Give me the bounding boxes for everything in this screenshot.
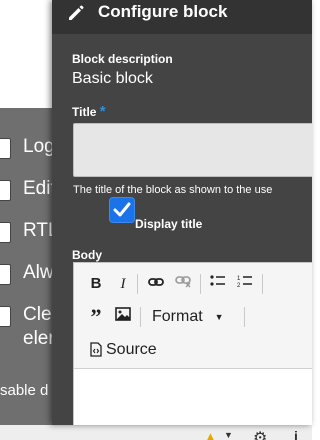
body-label: Body (72, 248, 102, 262)
svg-text:2: 2 (237, 283, 241, 288)
background-option-edit[interactable]: Edit (0, 177, 56, 203)
title-label: Title * (72, 103, 106, 120)
background-option-log[interactable]: Log (0, 135, 55, 161)
format-dropdown-label: Format (152, 308, 203, 326)
body-editor: B I 12 ” Format ▼ Source (73, 262, 312, 425)
checkbox-icon[interactable] (0, 138, 11, 159)
checkbox-icon[interactable] (0, 306, 11, 327)
background-option-always[interactable]: Alw (0, 261, 54, 287)
background-page (0, 0, 52, 108)
block-description-label: Block description (72, 52, 173, 66)
editor-toolbar: B I 12 ” Format ▼ Source (74, 263, 312, 369)
toolbar-separator (244, 307, 245, 327)
configure-block-dialog: Configure block Block description Basic … (52, 0, 312, 425)
toolbar-separator (262, 274, 263, 294)
unlink-icon[interactable] (171, 273, 195, 295)
display-title-label: Display title (135, 217, 203, 231)
block-description-value: Basic block (72, 70, 153, 87)
background-footer-text: sable d (0, 382, 49, 399)
chevron-down-icon[interactable]: ▼ (224, 430, 233, 440)
caret-down-icon: ▼ (214, 312, 224, 322)
background-option-clear[interactable]: Cle eler (0, 303, 55, 353)
checkbox-icon[interactable] (0, 222, 11, 243)
source-icon (90, 342, 102, 357)
dialog-header: Configure block (52, 0, 312, 34)
title-input[interactable] (73, 123, 312, 177)
checkmark-icon (113, 202, 131, 217)
title-label-text: Title (72, 105, 97, 119)
image-icon[interactable] (111, 306, 135, 328)
toolbar-separator (137, 274, 138, 294)
title-description: The title of the block as shown to the u… (73, 184, 273, 196)
bold-icon[interactable]: B (84, 273, 108, 295)
checkbox-icon[interactable] (0, 264, 11, 285)
format-dropdown[interactable]: Format ▼ (152, 306, 224, 328)
pencil-icon (69, 5, 84, 20)
background-option-rtl[interactable]: RTL (0, 219, 59, 245)
background-settings-panel: Log Edit RTL Alw Cle eler (0, 108, 59, 425)
source-button[interactable]: Source (90, 339, 157, 361)
numbered-list-icon[interactable]: 12 (233, 273, 257, 295)
display-title-checkbox[interactable] (109, 197, 135, 223)
source-button-label: Source (106, 341, 157, 358)
italic-icon[interactable]: I (111, 273, 135, 295)
toolbar-separator (200, 274, 201, 294)
link-icon[interactable] (144, 273, 168, 295)
checkbox-icon[interactable] (0, 180, 11, 201)
info-icon[interactable]: i (294, 428, 298, 440)
editor-content-area[interactable] (74, 369, 312, 425)
bulleted-list-icon[interactable] (206, 273, 230, 295)
warning-icon[interactable]: ▲ (204, 429, 217, 440)
svg-text:1: 1 (237, 276, 241, 282)
gear-icon[interactable]: ⚙ (253, 428, 267, 440)
blockquote-icon[interactable]: ” (84, 306, 108, 328)
required-marker: * (99, 103, 106, 120)
dialog-title: Configure block (98, 2, 228, 21)
toolbar-separator (140, 307, 141, 327)
